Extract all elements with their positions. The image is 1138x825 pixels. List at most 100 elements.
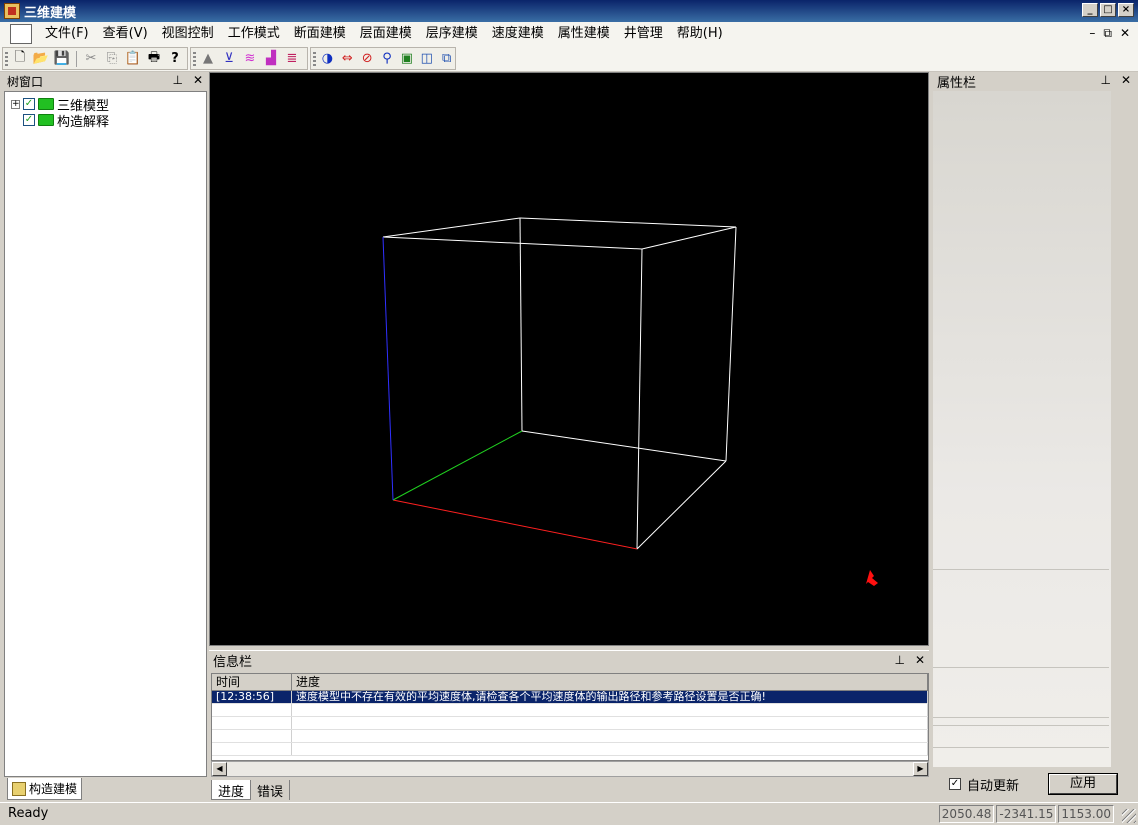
column-header-time[interactable]: 时间	[212, 674, 292, 690]
reset-icon[interactable]: ⊘	[359, 50, 376, 68]
mdi-close-icon[interactable]: ✕	[1120, 26, 1130, 41]
horizon-icon[interactable]: ≋	[241, 50, 259, 68]
auto-update-checkbox[interactable]: ✓	[949, 778, 961, 790]
open-folder-icon[interactable]: 📂	[32, 50, 50, 68]
coord-y: -2341.15	[996, 805, 1057, 823]
menu-work-mode[interactable]: 工作模式	[221, 23, 287, 45]
window-icon[interactable]: ◫	[418, 50, 435, 68]
table-row[interactable]	[212, 743, 928, 756]
title-bar: 三维建模 _ □ ×	[0, 0, 1138, 22]
rotate-icon[interactable]: ◑	[319, 50, 336, 68]
tab-errors[interactable]: 错误	[251, 780, 291, 800]
tile-icon[interactable]: ⧉	[438, 50, 455, 68]
tree-view: + ✓ 三维模型 ✓ 构造解释	[4, 91, 207, 777]
pin-icon[interactable]: ⊥	[1100, 73, 1110, 87]
menu-property-modeling[interactable]: 属性建模	[551, 23, 617, 45]
menu-view-control[interactable]: 视图控制	[155, 23, 221, 45]
menu-velocity-modeling[interactable]: 速度建模	[485, 23, 551, 45]
close-button[interactable]: ×	[1118, 3, 1134, 17]
divider	[933, 667, 1109, 668]
pin-icon[interactable]: ⊥	[894, 653, 904, 667]
info-pane: 信息栏 ⊥ ✕ 时间 进度 [12:38:56] 速度模型中不存在有效的平均速度…	[209, 650, 929, 800]
tree-item-structure-interpretation[interactable]: ✓ 构造解释	[23, 112, 110, 130]
window-title: 三维建模	[24, 5, 77, 21]
checkbox-icon[interactable]: ✓	[23, 98, 35, 110]
menu-well-management[interactable]: 井管理	[617, 23, 670, 45]
model-icon[interactable]: ▲	[199, 50, 217, 68]
layers-icon[interactable]: ≣	[283, 50, 301, 68]
close-icon[interactable]: ✕	[915, 653, 925, 667]
cube-edge	[382, 217, 521, 238]
table-row[interactable]: [12:38:56] 速度模型中不存在有效的平均速度体,请检查各个平均速度体的输…	[212, 691, 928, 704]
view-toolbar: ◑ ⇔ ⊘ ⚲ ▣ ◫ ⧉	[310, 47, 456, 70]
checkbox-icon[interactable]: ✓	[23, 114, 35, 126]
scroll-right-icon[interactable]: ▶	[913, 762, 928, 776]
3d-scene[interactable]	[210, 73, 928, 645]
help-icon[interactable]: ?	[166, 50, 184, 68]
cube-edge	[519, 217, 523, 432]
save-icon[interactable]: 💾	[53, 50, 71, 68]
tab-progress[interactable]: 进度	[211, 780, 252, 800]
menu-view[interactable]: 查看(V)	[96, 23, 155, 45]
new-file-icon[interactable]: 🗋	[11, 50, 29, 68]
tree-item-label: 构造解释	[57, 114, 110, 130]
property-pane-header: 属性栏 ⊥ ✕	[933, 72, 1135, 91]
y-axis	[392, 430, 523, 501]
cube-edge	[382, 236, 643, 250]
tab-label: 构造建模	[29, 782, 78, 796]
menu-horizon-modeling[interactable]: 层面建模	[353, 23, 419, 45]
info-pane-header: 信息栏 ⊥ ✕	[209, 650, 929, 670]
copy-icon[interactable]: ⎘	[103, 50, 121, 68]
coordinate-readout: 2050.48 -2341.15 1153.00	[938, 805, 1114, 823]
horizontal-scrollbar[interactable]: ◀ ▶	[211, 761, 929, 777]
3d-viewport[interactable]	[209, 72, 929, 646]
mdi-minimize-icon[interactable]: –	[1089, 26, 1095, 41]
table-row[interactable]	[212, 704, 928, 717]
mdi-restore-icon[interactable]: ⧉	[1103, 26, 1112, 41]
expand-icon[interactable]: +	[11, 99, 20, 109]
close-icon[interactable]: ✕	[1121, 73, 1131, 87]
screen-icon[interactable]: ▣	[398, 50, 415, 68]
menu-help[interactable]: 帮助(H)	[670, 23, 730, 45]
app-icon	[4, 3, 20, 19]
info-pane-tabs: 进度 错误	[211, 780, 291, 800]
maximize-button[interactable]: □	[1100, 3, 1116, 17]
mdi-controls: – ⧉ ✕	[1089, 26, 1130, 41]
pin-icon[interactable]: ⊥	[172, 73, 182, 87]
menu-file[interactable]: 文件(F)	[38, 23, 96, 45]
divider	[933, 725, 1109, 726]
cut-icon[interactable]: ✂	[82, 50, 100, 68]
close-icon[interactable]: ✕	[193, 73, 203, 87]
table-row[interactable]	[212, 730, 928, 743]
menu-section-modeling[interactable]: 断面建模	[287, 23, 353, 45]
orientation-arrow-icon	[866, 570, 878, 586]
menu-sequence-modeling[interactable]: 层序建模	[419, 23, 485, 45]
toolbar-separator	[76, 50, 77, 67]
z-axis	[382, 236, 394, 501]
tab-structure-modeling[interactable]: 构造建模	[7, 778, 83, 800]
x-axis	[392, 499, 638, 550]
histogram-icon[interactable]: ▟	[262, 50, 280, 68]
paste-icon[interactable]: 📋	[124, 50, 142, 68]
standard-toolbar: 🗋 📂 💾 ✂ ⎘ 📋 🖶 ?	[2, 47, 188, 70]
tree-pane: 树窗口 ⊥ ✕ + ✓ 三维模型 ✓ 构造解释 构造建模	[3, 72, 207, 800]
structure-modeling-icon	[12, 781, 26, 796]
cube-edge	[636, 460, 727, 550]
scroll-left-icon[interactable]: ◀	[212, 762, 227, 776]
apply-button[interactable]: 应用	[1049, 774, 1117, 794]
column-header-progress[interactable]: 进度	[292, 674, 928, 690]
axis-icon[interactable]: ⊻	[220, 50, 238, 68]
table-row[interactable]	[212, 717, 928, 730]
document-icon[interactable]	[10, 24, 32, 44]
pan-icon[interactable]: ⇔	[339, 50, 356, 68]
zoom-icon[interactable]: ⚲	[379, 50, 396, 68]
divider	[933, 717, 1109, 718]
cube-edge	[641, 226, 737, 250]
property-grid[interactable]	[933, 91, 1111, 767]
cube-edge	[725, 226, 737, 462]
minimize-button[interactable]: _	[1082, 3, 1098, 17]
print-icon[interactable]: 🖶	[145, 50, 163, 68]
coord-x: 2050.48	[938, 805, 995, 823]
resize-grip-icon[interactable]	[1122, 809, 1136, 823]
property-pane: 属性栏 ⊥ ✕ ✓ 自动更新 应用	[933, 72, 1135, 800]
